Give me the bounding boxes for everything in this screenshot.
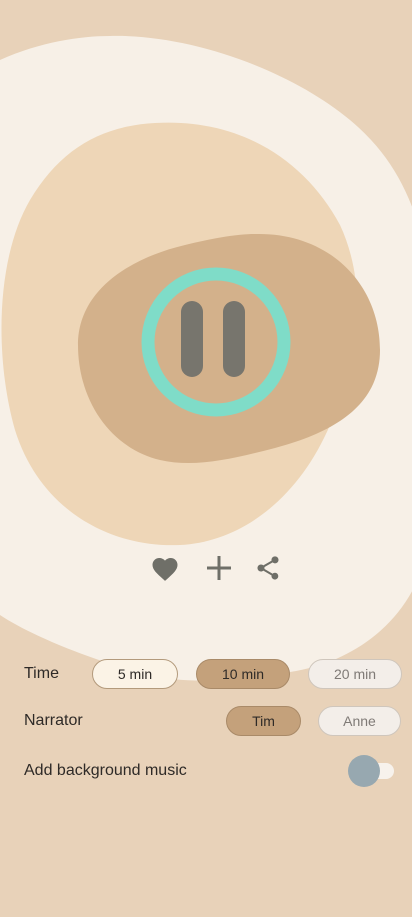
heart-icon	[152, 558, 178, 581]
narrator-option-anne[interactable]: Anne	[318, 706, 401, 736]
narrator-option-label: Tim	[252, 713, 275, 729]
background-music-toggle[interactable]	[346, 754, 398, 788]
share-icon	[257, 556, 279, 580]
time-option-label: 20 min	[333, 666, 377, 682]
favorite-button[interactable]	[147, 550, 183, 586]
time-option-5-min[interactable]: 5 min	[92, 659, 178, 689]
time-option-label: 5 min	[117, 666, 153, 682]
narrator-label: Narrator	[24, 712, 83, 729]
pause-icon	[181, 301, 245, 377]
narrator-option-tim[interactable]: Tim	[226, 706, 301, 736]
time-option-10-min[interactable]: 10 min	[196, 659, 290, 689]
progress-ring	[141, 267, 291, 417]
plus-icon	[207, 556, 231, 580]
background-music-label: Add background music	[24, 762, 187, 779]
time-option-label: 10 min	[221, 666, 265, 682]
time-option-20-min[interactable]: 20 min	[308, 659, 402, 689]
action-row	[0, 550, 412, 586]
add-button[interactable]	[201, 550, 237, 586]
time-label: Time	[24, 665, 59, 682]
pause-button[interactable]	[140, 266, 292, 418]
share-button[interactable]	[250, 550, 286, 586]
narrator-option-label: Anne	[343, 713, 376, 729]
toggle-thumb	[348, 755, 380, 787]
